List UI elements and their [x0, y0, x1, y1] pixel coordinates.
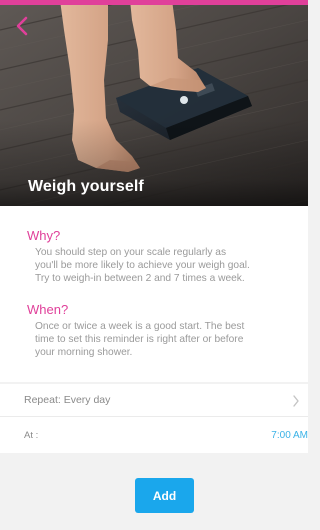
when-heading: When? [27, 302, 69, 317]
scale-photo [0, 0, 308, 206]
repeat-label: Repeat: Every day [24, 394, 111, 406]
when-text: Once or twice a week is a good start. Th… [35, 320, 301, 359]
time-label: At : [24, 430, 39, 441]
why-heading: Why? [27, 228, 61, 243]
time-value[interactable]: 7:00 AM [271, 430, 308, 441]
hero-image [0, 0, 308, 206]
add-button[interactable]: Add [135, 478, 194, 513]
chevron-left-icon [16, 16, 28, 36]
why-line: Try to weigh-in between 2 and 7 times a … [35, 273, 245, 284]
page-title: Weigh yourself [28, 178, 144, 195]
when-line: your morning shower. [35, 347, 133, 358]
why-line: you'll be more likely to achieve your we… [35, 260, 250, 271]
why-text: You should step on your scale regularly … [35, 246, 301, 285]
top-accent-stripe [0, 0, 308, 5]
when-line: Once or twice a week is a good start. Th… [35, 321, 245, 332]
when-line: time to set this reminder is right after… [35, 334, 244, 345]
chevron-right-icon [292, 394, 300, 412]
back-button[interactable] [12, 14, 34, 38]
info-panel: Why? You should step on your scale regul… [0, 206, 308, 382]
why-line: You should step on your scale regularly … [35, 247, 227, 258]
time-row[interactable]: At : 7:00 AM [0, 417, 308, 453]
repeat-row[interactable]: Repeat: Every day [0, 384, 308, 417]
